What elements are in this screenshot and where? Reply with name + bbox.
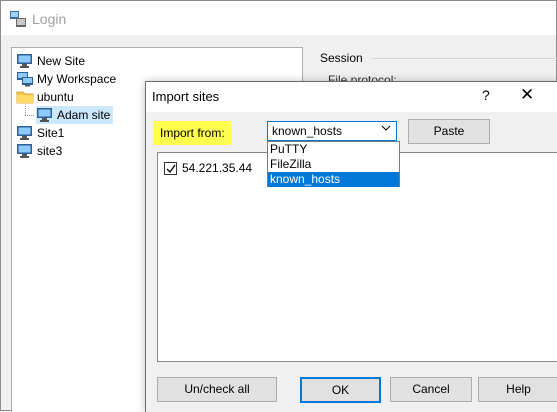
import-from-dropdown[interactable]: known_hosts bbox=[267, 121, 397, 141]
site-host: 54.221.35.44 bbox=[182, 161, 253, 175]
dropdown-option-known-hosts[interactable]: known_hosts bbox=[268, 172, 399, 187]
paste-button[interactable]: Paste bbox=[408, 119, 490, 144]
folder-icon bbox=[16, 91, 34, 104]
tree-item-label: site3 bbox=[37, 143, 63, 158]
tree-item-adam-site[interactable]: Adam site bbox=[36, 106, 114, 124]
dialog-title: Import sites bbox=[152, 89, 220, 104]
help-icon[interactable]: ? bbox=[482, 87, 490, 103]
winscp-app-icon bbox=[10, 11, 26, 27]
monitor-icon bbox=[17, 126, 32, 140]
import-from-value: known_hosts bbox=[272, 124, 343, 138]
tree-item-site3[interactable]: site3 bbox=[16, 142, 65, 160]
tree-connector bbox=[25, 115, 34, 116]
site-checkbox[interactable] bbox=[164, 161, 177, 175]
dropdown-option-filezilla[interactable]: FileZilla bbox=[268, 157, 399, 172]
tree-item-ubuntu-folder[interactable]: ubuntu bbox=[16, 88, 77, 106]
list-item[interactable]: 54.221.35.44 bbox=[164, 159, 252, 177]
import-from-options[interactable]: PuTTY FileZilla known_hosts bbox=[267, 141, 400, 187]
help-button[interactable]: Help bbox=[478, 377, 557, 402]
session-group-label: Session bbox=[320, 51, 363, 65]
workspace-icon bbox=[17, 72, 33, 87]
monitor-icon bbox=[37, 108, 52, 122]
tree-item-label: My Workspace bbox=[37, 71, 117, 86]
session-divider bbox=[372, 58, 557, 59]
close-icon[interactable]: ✕ bbox=[520, 85, 534, 105]
window-title: Login bbox=[32, 11, 67, 27]
tree-item-label: Site1 bbox=[37, 125, 65, 140]
tree-connector bbox=[25, 106, 26, 115]
tree-item-site1[interactable]: Site1 bbox=[16, 124, 67, 142]
tree-item-label: ubuntu bbox=[37, 89, 74, 104]
monitor-icon bbox=[17, 54, 32, 68]
tree-item-label: New Site bbox=[37, 53, 86, 68]
file-protocol-label: File protocol: bbox=[328, 73, 397, 81]
checkmark-icon bbox=[166, 164, 176, 173]
dropdown-option-putty[interactable]: PuTTY bbox=[268, 142, 399, 157]
chevron-down-icon bbox=[381, 124, 391, 135]
tree-item-label: Adam site bbox=[54, 106, 114, 124]
login-titlebar: Login bbox=[1, 1, 556, 35]
tree-item-my-workspace[interactable]: My Workspace bbox=[16, 70, 119, 88]
import-from-label: Import from: bbox=[154, 121, 231, 145]
dialog-titlebar: Import sites ? ✕ bbox=[146, 82, 557, 112]
monitor-icon bbox=[17, 144, 32, 158]
cancel-button[interactable]: Cancel bbox=[390, 377, 472, 402]
ok-button[interactable]: OK bbox=[300, 377, 381, 403]
import-sites-dialog: Import sites ? ✕ Import from: known_host… bbox=[145, 81, 557, 412]
uncheck-all-button[interactable]: Un/check all bbox=[157, 377, 277, 402]
tree-item-new-site[interactable]: New Site bbox=[16, 52, 88, 70]
